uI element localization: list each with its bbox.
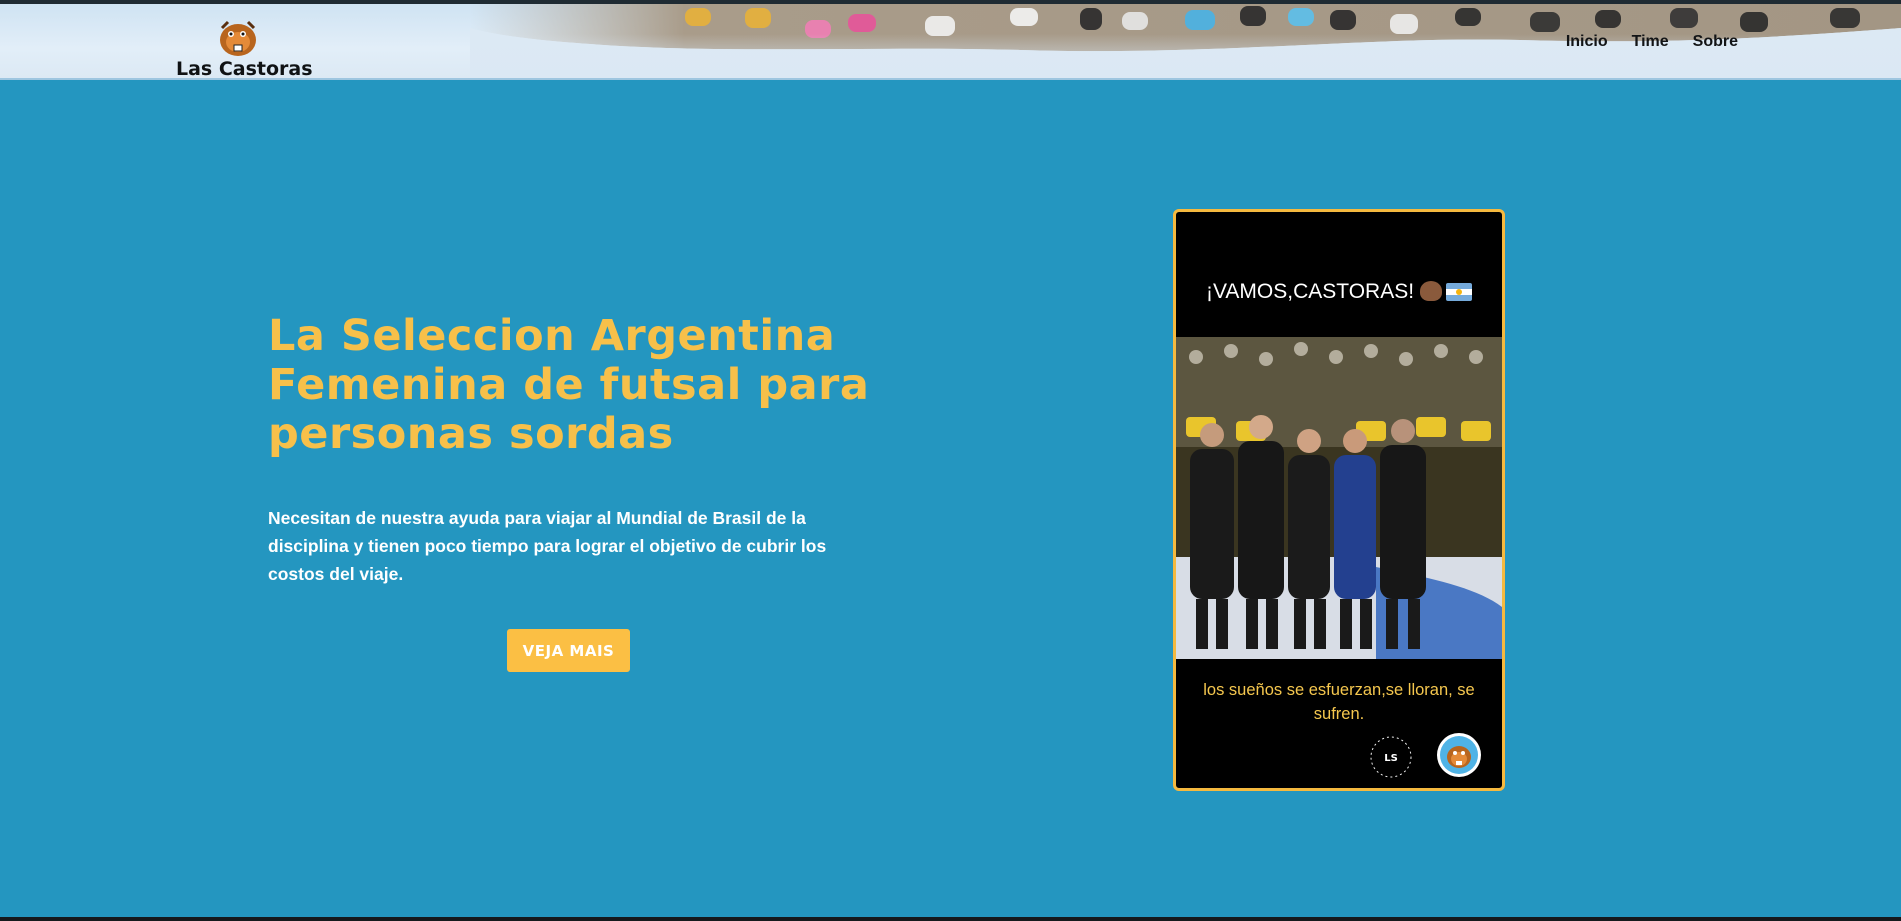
beaver-logo-icon — [220, 20, 256, 56]
nav-link-time[interactable]: Time — [1632, 33, 1669, 51]
poster-heading-text: ¡VAMOS,CASTORAS! — [1205, 280, 1415, 303]
hero-description: Necesitan de nuestra ayuda para viajar a… — [268, 508, 827, 584]
main-nav: Inicio Time Sobre — [1566, 33, 1738, 51]
nav-link-inicio[interactable]: Inicio — [1566, 33, 1608, 51]
ls-badge-text: LS — [1384, 753, 1398, 764]
argentina-flag-icon — [1446, 283, 1473, 301]
page: Las Castoras Inicio Time Sobre La Selecc… — [0, 0, 1901, 921]
beaver-emoji-icon — [1420, 281, 1443, 301]
hero-title: La Seleccion Argentina Femenina de futsa… — [268, 311, 870, 459]
bottom-border — [0, 917, 1901, 921]
site-header: Las Castoras Inicio Time Sobre — [0, 4, 1901, 80]
team-photo — [1176, 337, 1502, 659]
castoras-badge-icon — [1437, 733, 1481, 777]
veja-mais-button[interactable]: VEJA MAIS — [507, 629, 630, 672]
poster-caption: los sueños se esfuerzan,se lloran, se su… — [1203, 681, 1475, 723]
brand-name: Las Castoras — [176, 58, 313, 80]
nav-link-sobre[interactable]: Sobre — [1693, 33, 1738, 51]
ls-badge-icon: LS — [1370, 736, 1412, 778]
brand-logo[interactable]: Las Castoras — [176, 14, 313, 78]
team-poster: ¡VAMOS,CASTORAS! los sueños se esfuerzan… — [1173, 209, 1505, 791]
poster-heading: ¡VAMOS,CASTORAS! — [1176, 280, 1502, 304]
